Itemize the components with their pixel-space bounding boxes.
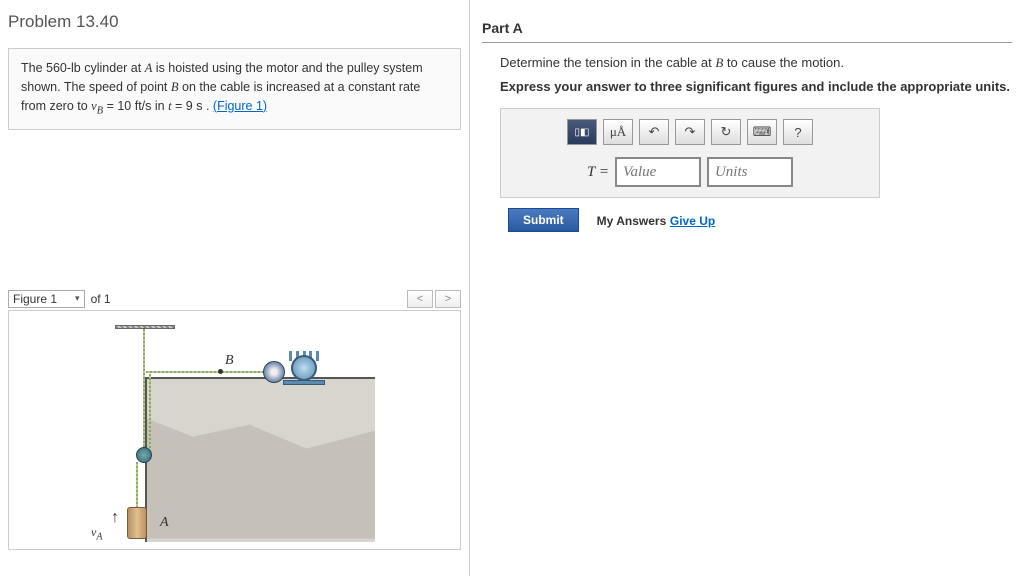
answer-toolbar: ▯◧ μÅ ↶ ↷ ↻ ⌨ ? (511, 119, 869, 145)
figure-nav: < > (407, 290, 461, 308)
text: to cause the motion. (723, 55, 844, 70)
var-B: B (171, 80, 179, 94)
label-A: A (160, 515, 169, 531)
figure-count: of 1 (91, 292, 111, 306)
text: = 9 (172, 99, 197, 113)
symbols-button[interactable]: μÅ (603, 119, 633, 145)
cylinder-A (127, 507, 147, 539)
cliff-face (147, 419, 375, 539)
label-B: B (225, 353, 234, 369)
v-sub: A (96, 531, 102, 542)
text: = 10 (103, 99, 135, 113)
answers-links: My Answers Give Up (597, 213, 716, 228)
answer-variable-label: T = (587, 164, 609, 181)
keyboard-button[interactable]: ⌨ (747, 119, 777, 145)
redo-button[interactable]: ↷ (675, 119, 705, 145)
rope-right (149, 374, 151, 456)
figure-link[interactable]: (Figure 1) (213, 99, 267, 113)
template-button[interactable]: ▯◧ (567, 119, 597, 145)
figure-select[interactable]: Figure 1 ▾ (8, 290, 85, 308)
text: Determine the tension in the cable at (500, 55, 715, 70)
figure-area: B A ↑ vA (8, 310, 461, 550)
motor (283, 351, 323, 383)
ceiling-beam (115, 325, 175, 329)
figure-bar: Figure 1 ▾ of 1 < > (8, 290, 461, 308)
chevron-down-icon: ▾ (75, 293, 80, 304)
right-panel: Part A Determine the tension in the cabl… (470, 0, 1024, 576)
motor-base (283, 380, 325, 385)
prev-figure-button[interactable]: < (407, 290, 433, 308)
answer-input-row: T = (511, 157, 869, 187)
text: lb (71, 61, 81, 75)
give-up-link[interactable]: Give Up (670, 214, 715, 228)
value-input[interactable] (615, 157, 701, 187)
answer-box: ▯◧ μÅ ↶ ↷ ↻ ⌨ ? T = (500, 108, 880, 198)
rope-vertical (143, 329, 145, 457)
rope-horizontal (146, 371, 268, 373)
part-a-title: Part A (482, 14, 1012, 43)
arrow-up-icon: ↑ (111, 509, 119, 527)
rope-to-cylinder (136, 462, 138, 510)
reset-button[interactable]: ↻ (711, 119, 741, 145)
undo-button[interactable]: ↶ (639, 119, 669, 145)
part-a-content: Determine the tension in the cable at B … (482, 55, 1012, 232)
pulley-left (136, 447, 152, 463)
submit-row: Submit My Answers Give Up (508, 208, 1012, 232)
part-a-instruction: Determine the tension in the cable at B … (500, 55, 1012, 71)
help-button[interactable]: ? (783, 119, 813, 145)
figure-select-label: Figure 1 (13, 292, 57, 306)
left-panel: Problem 13.40 The 560-lb cylinder at A i… (0, 0, 470, 576)
text: in (151, 99, 168, 113)
text: The 560- (21, 61, 71, 75)
cliff (145, 377, 375, 542)
label-vA: vA (91, 525, 102, 542)
units-input[interactable] (707, 157, 793, 187)
text: . (202, 99, 212, 113)
text: cylinder at (81, 61, 145, 75)
pulley-diagram: B A ↑ vA (15, 317, 454, 543)
motor-body (291, 355, 317, 381)
point-B-dot (218, 369, 223, 374)
problem-title: Problem 13.40 (8, 8, 461, 36)
pulley-top (263, 361, 285, 383)
units: ft/s (135, 99, 152, 113)
next-figure-button[interactable]: > (435, 290, 461, 308)
problem-statement: The 560-lb cylinder at A is hoisted usin… (8, 48, 461, 130)
part-a-format: Express your answer to three significant… (500, 79, 1012, 94)
submit-button[interactable]: Submit (508, 208, 579, 232)
my-answers-label: My Answers (597, 214, 667, 228)
